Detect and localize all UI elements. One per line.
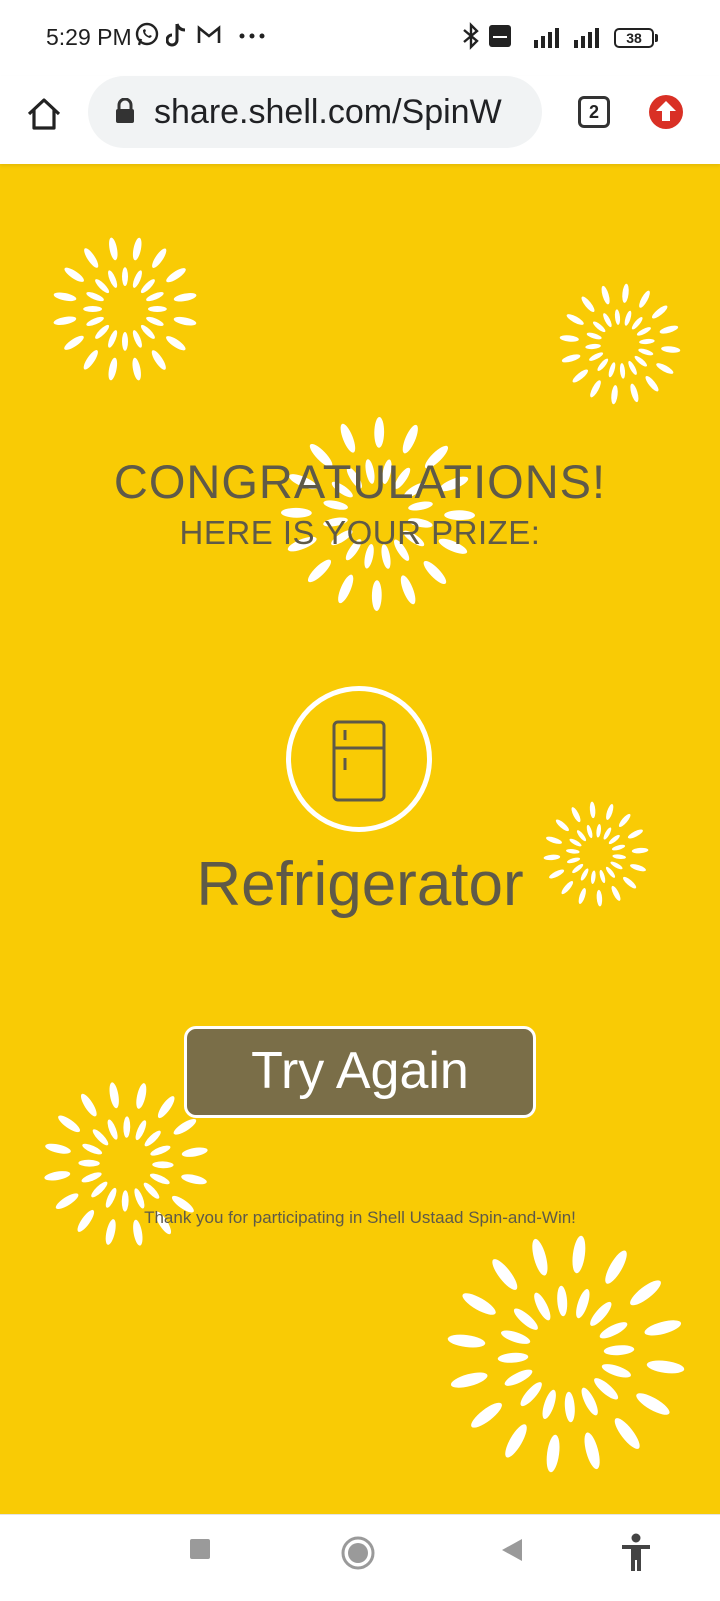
firework-burst	[559, 283, 681, 405]
home-circle-icon[interactable]	[340, 1535, 376, 1571]
bluetooth-icon	[463, 22, 479, 50]
accessibility-icon[interactable]	[620, 1533, 652, 1573]
thanks-text: Thank you for participating in Shell Ust…	[144, 1208, 576, 1227]
firework-burst	[447, 1235, 685, 1473]
back-icon[interactable]	[500, 1537, 524, 1563]
status-time: 5:29 PM	[46, 24, 132, 50]
system-nav-bar	[0, 1514, 720, 1601]
recent-apps-icon[interactable]	[188, 1537, 212, 1561]
prize-subheading: HERE IS YOUR PRIZE:	[179, 514, 541, 551]
lock-icon	[116, 98, 134, 123]
more-dots-icon	[239, 33, 265, 39]
tab-switcher-button[interactable]: 2	[578, 96, 610, 128]
battery-tip	[655, 34, 658, 42]
volte-icon	[489, 25, 511, 47]
prize-name: Refrigerator	[196, 850, 524, 919]
prize-icon-circle	[286, 686, 432, 832]
prize-page: CONGRATULATIONS! HERE IS YOUR PRIZE: Ref…	[0, 164, 720, 1514]
address-bar[interactable]: share.shell.com/SpinW	[88, 76, 542, 148]
whatsapp-icon	[135, 22, 159, 46]
firework-burst	[53, 237, 197, 381]
tiktok-icon	[166, 23, 186, 47]
refrigerator-icon	[332, 720, 386, 802]
gmail-icon	[197, 25, 221, 43]
update-icon[interactable]	[648, 94, 684, 130]
battery-indicator: 38	[614, 28, 654, 48]
status-bar: 5:29 PM 38	[0, 0, 720, 76]
try-again-button[interactable]: Try Again	[184, 1026, 536, 1118]
home-icon[interactable]	[22, 92, 66, 136]
signal-icon	[534, 28, 559, 48]
congratulations-heading: CONGRATULATIONS!	[113, 455, 607, 508]
url-text: share.shell.com/SpinW	[154, 93, 502, 131]
browser-toolbar: share.shell.com/SpinW 2	[0, 76, 720, 164]
signal-icon	[574, 28, 599, 48]
